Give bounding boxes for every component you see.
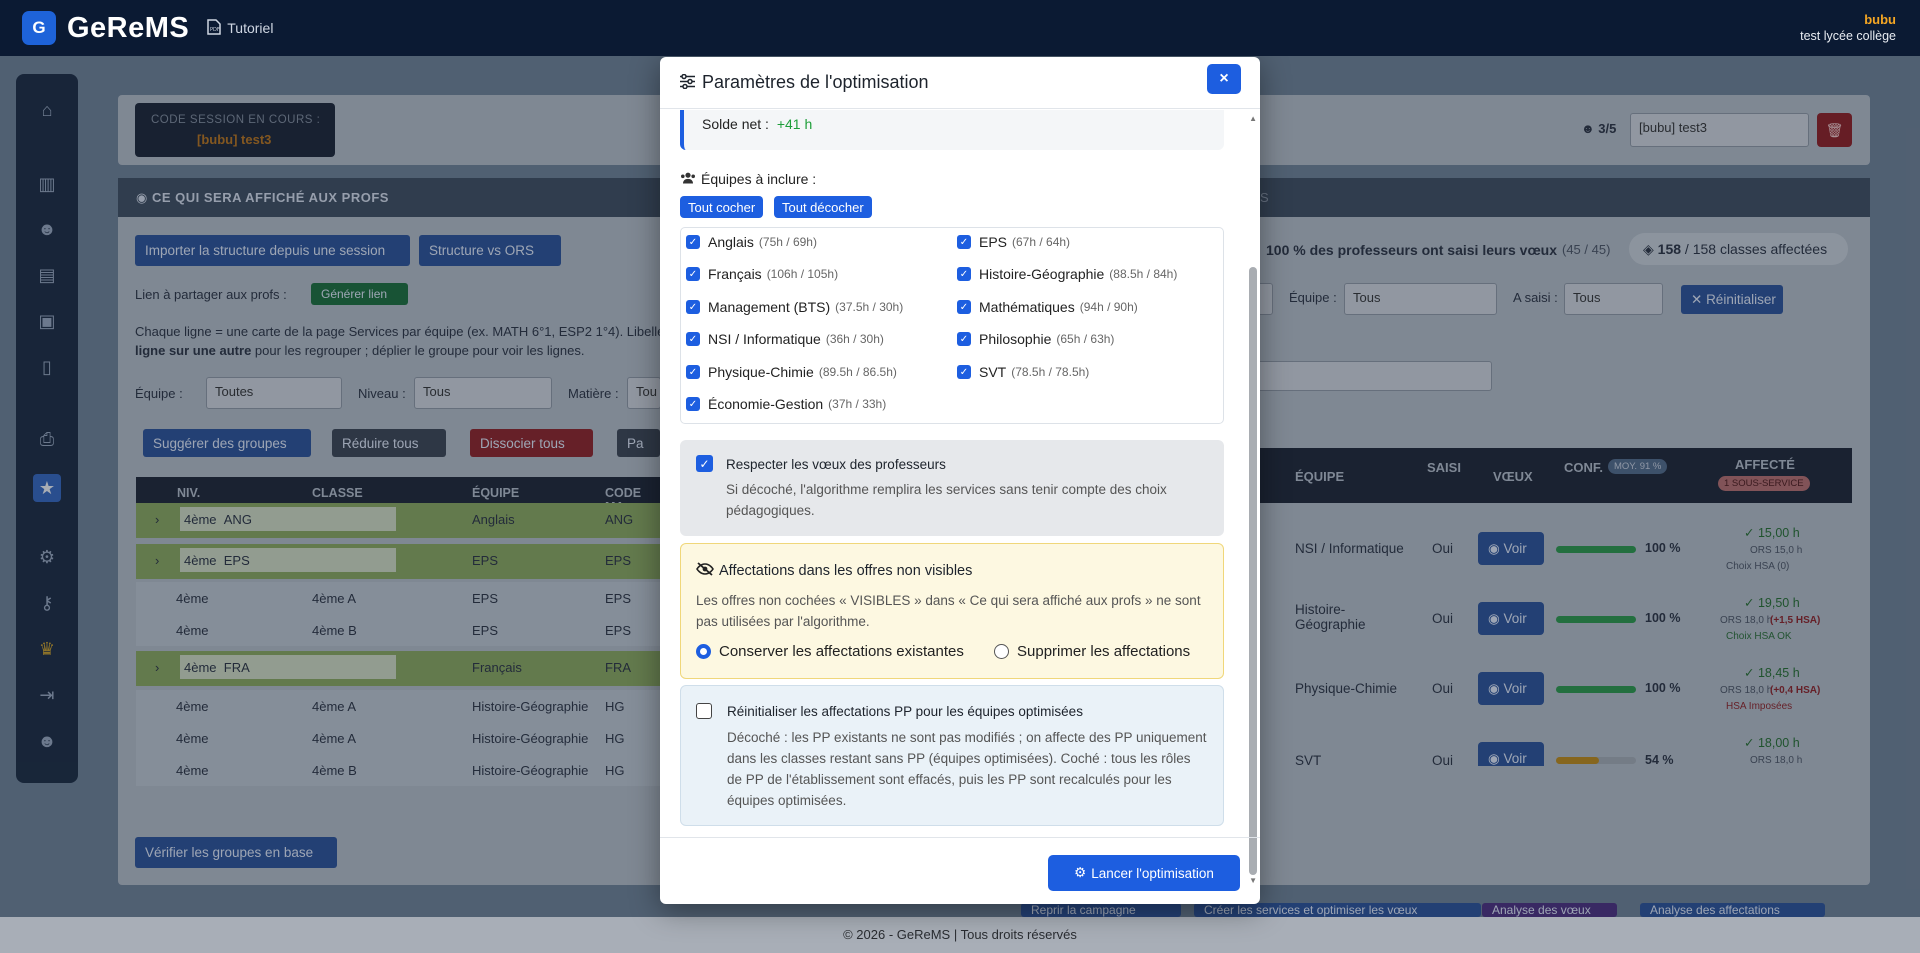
team-hours: (78.5h / 78.5h)	[1011, 365, 1090, 379]
uncheck-all-button[interactable]: Tout décocher	[774, 196, 872, 218]
radio-keep-assignments[interactable]: Conserver les affectations existantes	[696, 643, 964, 660]
checkbox-checked[interactable]: ✓	[957, 267, 971, 281]
gears-icon: ⚙	[1074, 865, 1087, 880]
team-hours: (88.5h / 84h)	[1109, 267, 1178, 281]
user-name: bubu	[1864, 12, 1896, 27]
checkbox-checked[interactable]: ✓	[957, 365, 971, 379]
team-name: Physique-Chimie	[708, 364, 814, 380]
launch-label: Lancer l'optimisation	[1091, 865, 1214, 881]
team-name: Économie-Gestion	[708, 396, 824, 412]
team-checkbox-philosophie[interactable]: ✓ Philosophie (65h / 63h)	[957, 331, 1114, 347]
team-name: Français	[708, 266, 762, 282]
pdf-icon: PDF	[207, 18, 222, 38]
pp-reset-checkbox[interactable]	[696, 703, 712, 719]
team-checkbox-management[interactable]: ✓ Management (BTS) (37.5h / 30h)	[686, 299, 903, 315]
check-all-button[interactable]: Tout cocher	[680, 196, 764, 218]
checkbox-checked[interactable]: ✓	[957, 300, 971, 314]
solde-box: Solde net : +41 h	[680, 110, 1224, 150]
checkbox-checked[interactable]: ✓	[686, 235, 700, 249]
voeux-checkbox[interactable]: ✓	[696, 455, 713, 472]
teams-label: Équipes à inclure :	[701, 171, 817, 187]
svg-text:PDF: PDF	[210, 27, 220, 33]
team-checkbox-francais[interactable]: ✓ Français (106h / 105h)	[686, 266, 838, 282]
team-name: Anglais	[708, 234, 754, 250]
modal-title: Paramètres de l'optimisation	[702, 72, 929, 92]
solde-label: Solde net :	[702, 116, 769, 132]
hidden-offers-box: Affectations dans les offres non visible…	[680, 543, 1224, 679]
app-brand[interactable]: GeReMS	[67, 12, 189, 45]
app-logo[interactable]: G	[22, 11, 56, 45]
team-hours: (65h / 63h)	[1056, 332, 1115, 346]
user-school: test lycée collège	[1800, 29, 1896, 43]
eye-slash-icon	[696, 562, 714, 579]
top-navbar: G GeReMS PDF Tutoriel bubu test lycée co…	[0, 0, 1920, 56]
team-checkbox-economie[interactable]: ✓ Économie-Gestion (37h / 33h)	[686, 396, 886, 412]
checkbox-checked[interactable]: ✓	[957, 332, 971, 346]
tutorial-label: Tutoriel	[227, 20, 274, 36]
checkbox-checked[interactable]: ✓	[957, 235, 971, 249]
users-icon	[680, 171, 696, 187]
team-hours: (37.5h / 30h)	[835, 300, 904, 314]
checkbox-checked[interactable]: ✓	[686, 365, 700, 379]
team-name: Mathématiques	[979, 299, 1075, 315]
modal-footer: ⚙ Lancer l'optimisation	[660, 837, 1260, 904]
team-hours: (75h / 69h)	[758, 235, 817, 249]
team-name: Histoire-Géographie	[979, 266, 1105, 282]
modal-header: Paramètres de l'optimisation ×	[660, 57, 1260, 109]
optimization-modal: Paramètres de l'optimisation × Solde net…	[660, 57, 1260, 904]
team-checkbox-physique[interactable]: ✓ Physique-Chimie (89.5h / 86.5h)	[686, 364, 897, 380]
team-name: NSI / Informatique	[708, 331, 821, 347]
voeux-title: Respecter les vœux des professeurs	[726, 457, 946, 472]
radio-delete-label: Supprimer les affectations	[1017, 643, 1191, 660]
scroll-up-icon[interactable]: ▲	[1249, 114, 1257, 123]
voeux-description: Si décoché, l'algorithme remplira les se…	[726, 482, 1167, 518]
teams-list: ✓ Anglais (75h / 69h) ✓ EPS (67h / 64h) ✓ Fra…	[680, 227, 1224, 424]
team-name: Philosophie	[979, 331, 1052, 347]
voeux-option-box: ✓ Respecter les vœux des professeurs Si …	[680, 440, 1224, 536]
hidden-offers-title: Affectations dans les offres non visible…	[719, 563, 973, 579]
sliders-icon	[679, 73, 696, 92]
launch-optimization-button[interactable]: ⚙ Lancer l'optimisation	[1048, 855, 1240, 891]
radio-keep-label: Conserver les affectations existantes	[719, 643, 964, 660]
pp-reset-title: Réinitialiser les affectations PP pour l…	[727, 704, 1083, 719]
radio-unselected[interactable]	[994, 644, 1009, 659]
team-hours: (67h / 64h)	[1012, 235, 1071, 249]
team-checkbox-maths[interactable]: ✓ Mathématiques (94h / 90h)	[957, 299, 1138, 315]
radio-delete-assignments[interactable]: Supprimer les affectations	[994, 643, 1190, 660]
hidden-offers-description: Les offres non cochées « VISIBLES » dans…	[696, 593, 1201, 629]
team-checkbox-eps[interactable]: ✓ EPS (67h / 64h)	[957, 234, 1070, 250]
close-button[interactable]: ×	[1207, 64, 1241, 94]
pp-reset-description: Décoché : les PP existants ne sont pas m…	[727, 730, 1207, 808]
modal-body: Solde net : +41 h Équipes à inclure : To…	[660, 110, 1260, 887]
team-name: Management (BTS)	[708, 299, 831, 315]
pp-reset-box: Réinitialiser les affectations PP pour l…	[680, 685, 1224, 826]
solde-value: +41 h	[776, 116, 813, 132]
checkbox-checked[interactable]: ✓	[686, 267, 700, 281]
team-name: EPS	[979, 234, 1008, 250]
team-name: SVT	[979, 364, 1007, 380]
teams-section-label: Équipes à inclure :	[680, 171, 816, 187]
team-hours: (106h / 105h)	[766, 267, 839, 281]
team-checkbox-nsi[interactable]: ✓ NSI / Informatique (36h / 30h)	[686, 331, 884, 347]
team-hours: (37h / 33h)	[828, 397, 887, 411]
checkbox-checked[interactable]: ✓	[686, 332, 700, 346]
team-hours: (89.5h / 86.5h)	[818, 365, 897, 379]
checkbox-checked[interactable]: ✓	[686, 397, 700, 411]
team-checkbox-anglais[interactable]: ✓ Anglais (75h / 69h)	[686, 234, 817, 250]
modal-scrollbar[interactable]	[1249, 267, 1257, 875]
team-checkbox-svt[interactable]: ✓ SVT (78.5h / 78.5h)	[957, 364, 1089, 380]
team-hours: (94h / 90h)	[1079, 300, 1138, 314]
team-checkbox-histoire-geo[interactable]: ✓ Histoire-Géographie (88.5h / 84h)	[957, 266, 1177, 282]
team-hours: (36h / 30h)	[825, 332, 884, 346]
tutorial-link[interactable]: PDF Tutoriel	[207, 18, 274, 38]
checkbox-checked[interactable]: ✓	[686, 300, 700, 314]
radio-selected[interactable]	[696, 644, 711, 659]
user-info[interactable]: bubu test lycée collège	[1800, 12, 1896, 43]
